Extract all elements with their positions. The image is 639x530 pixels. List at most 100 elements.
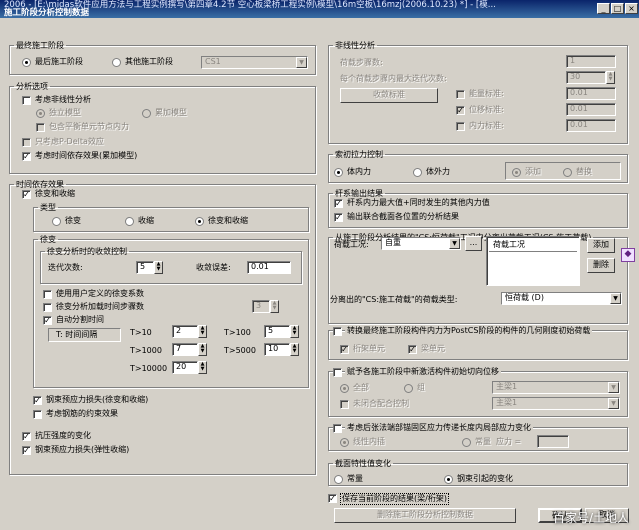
t100-spinner[interactable]: ▲ ▼ xyxy=(290,325,299,338)
iteration-input[interactable]: 5 xyxy=(136,261,154,274)
all-radio[interactable] xyxy=(340,384,349,393)
user-creep-coeff-checkbox[interactable] xyxy=(43,290,52,299)
compress-strength-checkbox[interactable]: ✓ xyxy=(22,432,31,441)
chevron-down-icon: ▼ xyxy=(296,57,307,68)
type-both-radio[interactable] xyxy=(195,217,204,226)
equilibrium-checkbox[interactable] xyxy=(36,123,45,132)
maximize-button[interactable]: □ xyxy=(611,3,624,14)
add-load-case-button[interactable]: 添加 xyxy=(587,238,615,253)
internal-force-radio[interactable] xyxy=(334,168,343,177)
t5000-spinner[interactable]: ▲ ▼ xyxy=(290,343,299,356)
tendon-loss-checkbox[interactable]: ✓ xyxy=(33,396,42,405)
nonlinear-checkbox[interactable] xyxy=(22,96,31,105)
pdelta-checkbox[interactable] xyxy=(22,138,31,147)
convert-beam-checkbox[interactable]: ✓ xyxy=(408,345,417,354)
max-iter-spinner[interactable]: ▲ ▼ xyxy=(606,71,615,84)
initial-displacement-checkbox[interactable] xyxy=(333,368,342,377)
final-stage-select[interactable]: CS1 ▼ xyxy=(201,56,308,69)
load-steps-label: 荷载步骤数: xyxy=(340,58,383,67)
final-stage-other-radio[interactable] xyxy=(112,58,121,67)
anchorage-checkbox[interactable] xyxy=(333,424,342,433)
group-value: 主梁1 xyxy=(496,382,518,391)
final-stage-title: 最终施工阶段 xyxy=(16,41,64,50)
initial-displacement-group xyxy=(328,371,628,417)
user-creep-coeff-label: 使用用户定义的徐变系数 xyxy=(56,289,144,298)
final-stage-last-radio[interactable] xyxy=(22,58,31,67)
replace-radio[interactable] xyxy=(563,168,572,177)
stress-input[interactable] xyxy=(537,435,569,448)
energy-criterion-input[interactable]: 0.01 xyxy=(566,87,616,100)
tolerance-input[interactable]: 0.01 xyxy=(247,261,291,274)
displacement-criterion-input[interactable]: 0.01 xyxy=(566,103,616,116)
unassigned-checkbox[interactable] xyxy=(340,400,349,409)
auto-split-checkbox[interactable]: ✓ xyxy=(43,316,52,325)
stress-label: 应力 = xyxy=(496,437,522,446)
pin-icon[interactable]: ◆ xyxy=(621,248,635,262)
t100-input[interactable]: 5 xyxy=(264,325,290,338)
timedep-label: 考虑时间依存效果(累加模型) xyxy=(35,151,138,160)
t10000-input[interactable]: 20 xyxy=(172,361,198,374)
type-shrink-radio[interactable] xyxy=(125,217,134,226)
independent-model-radio[interactable] xyxy=(36,109,45,118)
type-creep-radio[interactable] xyxy=(52,217,61,226)
external-force-radio[interactable] xyxy=(413,168,422,177)
t10000-spinner[interactable]: ▲ ▼ xyxy=(198,361,207,374)
truss-max-checkbox[interactable]: ✓ xyxy=(334,199,343,208)
t5000-input[interactable]: 10 xyxy=(264,343,290,356)
final-stage-last-label: 最后施工阶段 xyxy=(35,57,83,66)
close-button[interactable]: × xyxy=(625,3,638,14)
save-results-checkbox[interactable]: ✓ xyxy=(328,494,337,503)
truss-max-label: 杆系内力最大值+同时发生的其他内力值 xyxy=(347,198,490,207)
composite-output-label: 输出联合截面各位置的分析结果 xyxy=(347,212,459,221)
section-tendon-radio[interactable] xyxy=(444,475,453,484)
dialog-body: 最终施工阶段 最后施工阶段 其他施工阶段 CS1 ▼ 分析选项 考虑非线性分析 独… xyxy=(0,18,639,530)
rebar-checkbox[interactable] xyxy=(33,410,42,419)
creep-steps-input[interactable]: 3 xyxy=(252,300,270,313)
load-steps-input[interactable]: 1 xyxy=(566,55,616,68)
separated-type-select[interactable]: 恒荷载 (D) ▼ xyxy=(501,292,622,305)
load-case-list[interactable]: 荷载工况 xyxy=(486,236,580,286)
chevron-down-icon: ▼ xyxy=(449,238,460,249)
separated-type-value: 恒荷载 (D) xyxy=(505,293,544,302)
force-criterion-checkbox[interactable] xyxy=(456,122,465,131)
timedep-checkbox[interactable]: ✓ xyxy=(22,152,31,161)
linear-interp-radio[interactable] xyxy=(340,438,349,447)
delete-load-case-button[interactable]: 删除 xyxy=(587,258,615,273)
t10-spinner[interactable]: ▲ ▼ xyxy=(198,325,207,338)
section-constant-radio[interactable] xyxy=(334,475,343,484)
t1000-spinner[interactable]: ▲ ▼ xyxy=(198,343,207,356)
creep-steps-checkbox[interactable] xyxy=(43,303,52,312)
compress-strength-label: 抗压强度的变化 xyxy=(35,431,91,440)
t1000-input[interactable]: 7 xyxy=(172,343,198,356)
cumulative-model-radio[interactable] xyxy=(142,109,151,118)
load-case-label: 荷载工况: xyxy=(334,240,369,249)
group-radio[interactable] xyxy=(404,384,413,393)
creep-shrink-checkbox[interactable]: ✓ xyxy=(22,190,31,199)
convergence-button[interactable]: 收敛标准 xyxy=(340,88,438,103)
composite-output-checkbox[interactable]: ✓ xyxy=(334,213,343,222)
tendon-elastic-checkbox[interactable]: ✓ xyxy=(22,446,31,455)
convert-checkbox[interactable] xyxy=(333,327,342,336)
load-case-browse-button[interactable]: ... xyxy=(465,236,482,251)
tendon-elastic-label: 钢束预应力损失(弹性收缩) xyxy=(35,445,130,454)
convert-title: 转换最终施工阶段构件内力为PostCS阶段的构件的几何刚度初始荷载 xyxy=(345,326,593,336)
convert-truss-checkbox[interactable]: ✓ xyxy=(340,345,349,354)
energy-criterion-checkbox[interactable] xyxy=(456,90,465,99)
add-radio[interactable] xyxy=(512,168,521,177)
creep-title: 徐变 xyxy=(40,235,56,244)
t100-label: T>100 xyxy=(224,328,251,337)
creep-steps-spinner[interactable]: ▲ ▼ xyxy=(270,300,279,313)
type-shrink-label: 收缩 xyxy=(138,216,154,225)
load-case-select[interactable]: 自重 ▼ xyxy=(381,237,461,250)
max-iter-input[interactable]: 30 xyxy=(566,71,606,84)
minimize-button[interactable]: _ xyxy=(597,3,610,14)
unassigned-select[interactable]: 主梁1 ▼ xyxy=(492,397,620,410)
constant-radio[interactable] xyxy=(462,438,471,447)
displacement-criterion-checkbox[interactable]: ✓ xyxy=(456,106,465,115)
group-select[interactable]: 主梁1 ▼ xyxy=(492,381,620,394)
convert-beam-label: 梁单元 xyxy=(421,344,445,353)
force-criterion-input[interactable]: 0.01 xyxy=(566,119,616,132)
delete-control-data-button[interactable]: 删除施工阶段分析控制数据 xyxy=(334,508,516,523)
iteration-spinner[interactable]: ▲ ▼ xyxy=(154,261,163,274)
t10-input[interactable]: 2 xyxy=(172,325,198,338)
